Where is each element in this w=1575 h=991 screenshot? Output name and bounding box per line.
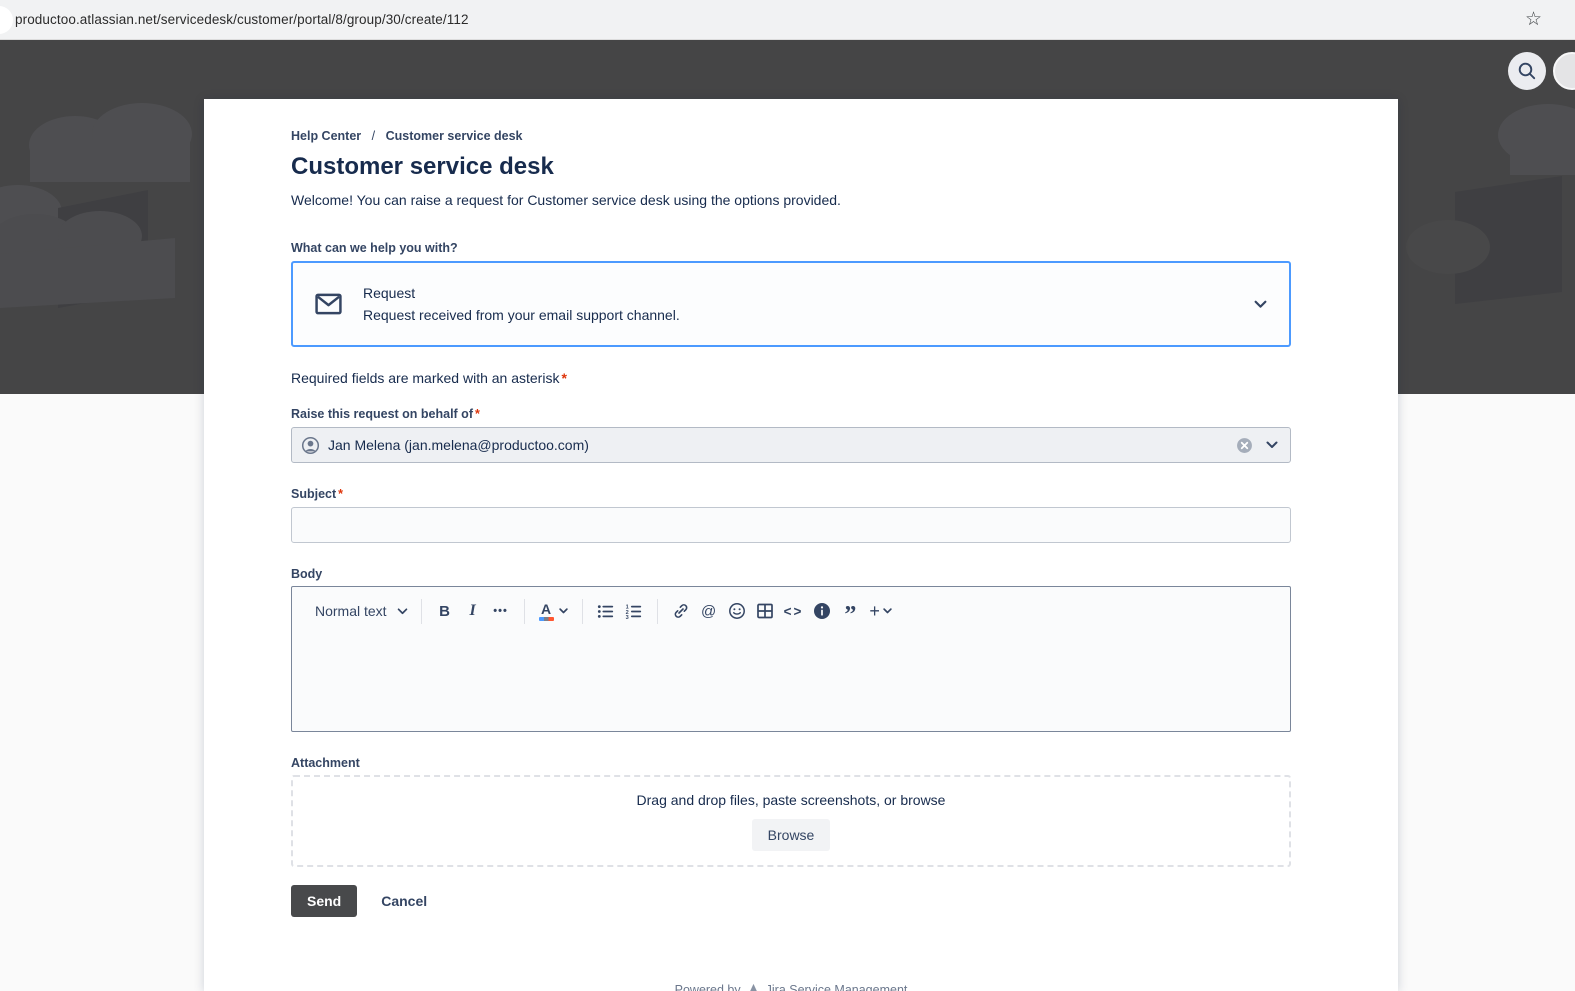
cancel-button[interactable]: Cancel	[381, 893, 427, 909]
body-text-area[interactable]	[292, 624, 1290, 731]
subject-label: Subject*	[291, 486, 1291, 502]
bookmark-star-icon[interactable]: ☆	[1525, 8, 1542, 31]
required-asterisk: *	[475, 407, 480, 421]
editor-toolbar: Normal text B I ••• A	[292, 587, 1290, 624]
request-type-title: Request	[363, 284, 680, 302]
request-type-description: Request received from your email support…	[363, 306, 680, 324]
attachment-hint: Drag and drop files, paste screenshots, …	[637, 792, 946, 808]
ordered-list-button[interactable]: 123	[620, 598, 648, 624]
text-color-icon: A	[539, 602, 554, 621]
text-color-button[interactable]: A	[534, 598, 573, 624]
breadcrumb-help-center[interactable]: Help Center	[291, 129, 361, 143]
required-asterisk: *	[338, 487, 343, 501]
body-label: Body	[291, 566, 1291, 582]
search-icon	[1517, 61, 1537, 81]
powered-by-text: Powered by	[675, 983, 741, 991]
breadcrumb-separator: /	[372, 129, 375, 143]
email-envelope-icon	[315, 293, 342, 315]
insert-more-button[interactable]: +	[864, 598, 897, 624]
clear-icon[interactable]	[1236, 437, 1253, 454]
user-avatar-icon	[301, 436, 320, 455]
table-icon	[756, 602, 774, 620]
toolbar-divider	[657, 599, 658, 624]
info-icon	[813, 602, 831, 620]
behalf-value: Jan Melena (jan.melena@productoo.com)	[328, 437, 589, 453]
emoji-button[interactable]	[723, 598, 751, 624]
bold-button[interactable]: B	[431, 598, 459, 624]
behalf-select[interactable]: Jan Melena (jan.melena@productoo.com)	[291, 427, 1291, 463]
browser-url-bar[interactable]: productoo.atlassian.net/servicedesk/cust…	[0, 0, 1575, 40]
chevron-down-icon	[1254, 300, 1267, 309]
table-button[interactable]	[751, 598, 779, 624]
required-asterisk: *	[561, 370, 566, 386]
search-button[interactable]	[1508, 52, 1546, 90]
chevron-down-icon	[397, 608, 408, 615]
attachment-label: Attachment	[291, 755, 1291, 771]
url-text[interactable]: productoo.atlassian.net/servicedesk/cust…	[15, 12, 469, 27]
link-icon	[672, 602, 690, 620]
svg-text:3: 3	[626, 615, 629, 620]
mention-button[interactable]: @	[695, 598, 723, 624]
toolbar-divider	[524, 599, 525, 624]
breadcrumb-portal[interactable]: Customer service desk	[386, 129, 523, 143]
send-button[interactable]: Send	[291, 885, 357, 917]
link-button[interactable]	[667, 598, 695, 624]
subject-input[interactable]	[291, 507, 1291, 543]
page-intro: Welcome! You can raise a request for Cus…	[291, 190, 1291, 210]
request-form-card: Help Center / Customer service desk Cust…	[204, 99, 1398, 991]
quote-button[interactable]: ”	[836, 602, 864, 628]
bullet-list-icon	[597, 603, 614, 620]
ordered-list-icon: 123	[625, 603, 642, 620]
request-type-selected: Request Request received from your email…	[363, 284, 680, 324]
more-formatting-button[interactable]: •••	[487, 598, 515, 624]
body-editor: Normal text B I ••• A	[291, 586, 1291, 732]
italic-button[interactable]: I	[459, 598, 487, 624]
jira-logo-icon	[747, 983, 760, 991]
required-fields-note: Required fields are marked with an aster…	[291, 368, 1291, 388]
toolbar-divider	[421, 599, 422, 624]
request-type-label: What can we help you with?	[291, 240, 1291, 256]
toolbar-divider	[582, 599, 583, 624]
powered-by-footer[interactable]: Powered by Jira Service Management	[291, 983, 1291, 991]
breadcrumb: Help Center / Customer service desk	[291, 128, 1291, 144]
browser-control-circle	[0, 6, 13, 34]
chevron-down-icon	[883, 608, 892, 614]
product-name: Jira Service Management	[766, 983, 908, 991]
behalf-label: Raise this request on behalf of*	[291, 406, 1291, 422]
browse-button[interactable]: Browse	[752, 819, 831, 851]
chevron-down-icon	[559, 608, 568, 614]
attachment-dropzone[interactable]: Drag and drop files, paste screenshots, …	[291, 775, 1291, 867]
emoji-icon	[728, 602, 746, 620]
bullet-list-button[interactable]	[592, 598, 620, 624]
text-style-dropdown[interactable]: Normal text	[311, 603, 412, 619]
form-actions: Send Cancel	[291, 885, 1291, 917]
page-title: Customer service desk	[291, 152, 1291, 182]
chevron-down-icon[interactable]	[1266, 441, 1278, 449]
code-button[interactable]: <>	[779, 598, 809, 624]
request-type-dropdown[interactable]: Request Request received from your email…	[291, 261, 1291, 347]
info-panel-button[interactable]	[808, 598, 836, 624]
screen: productoo.atlassian.net/servicedesk/cust…	[0, 0, 1575, 991]
